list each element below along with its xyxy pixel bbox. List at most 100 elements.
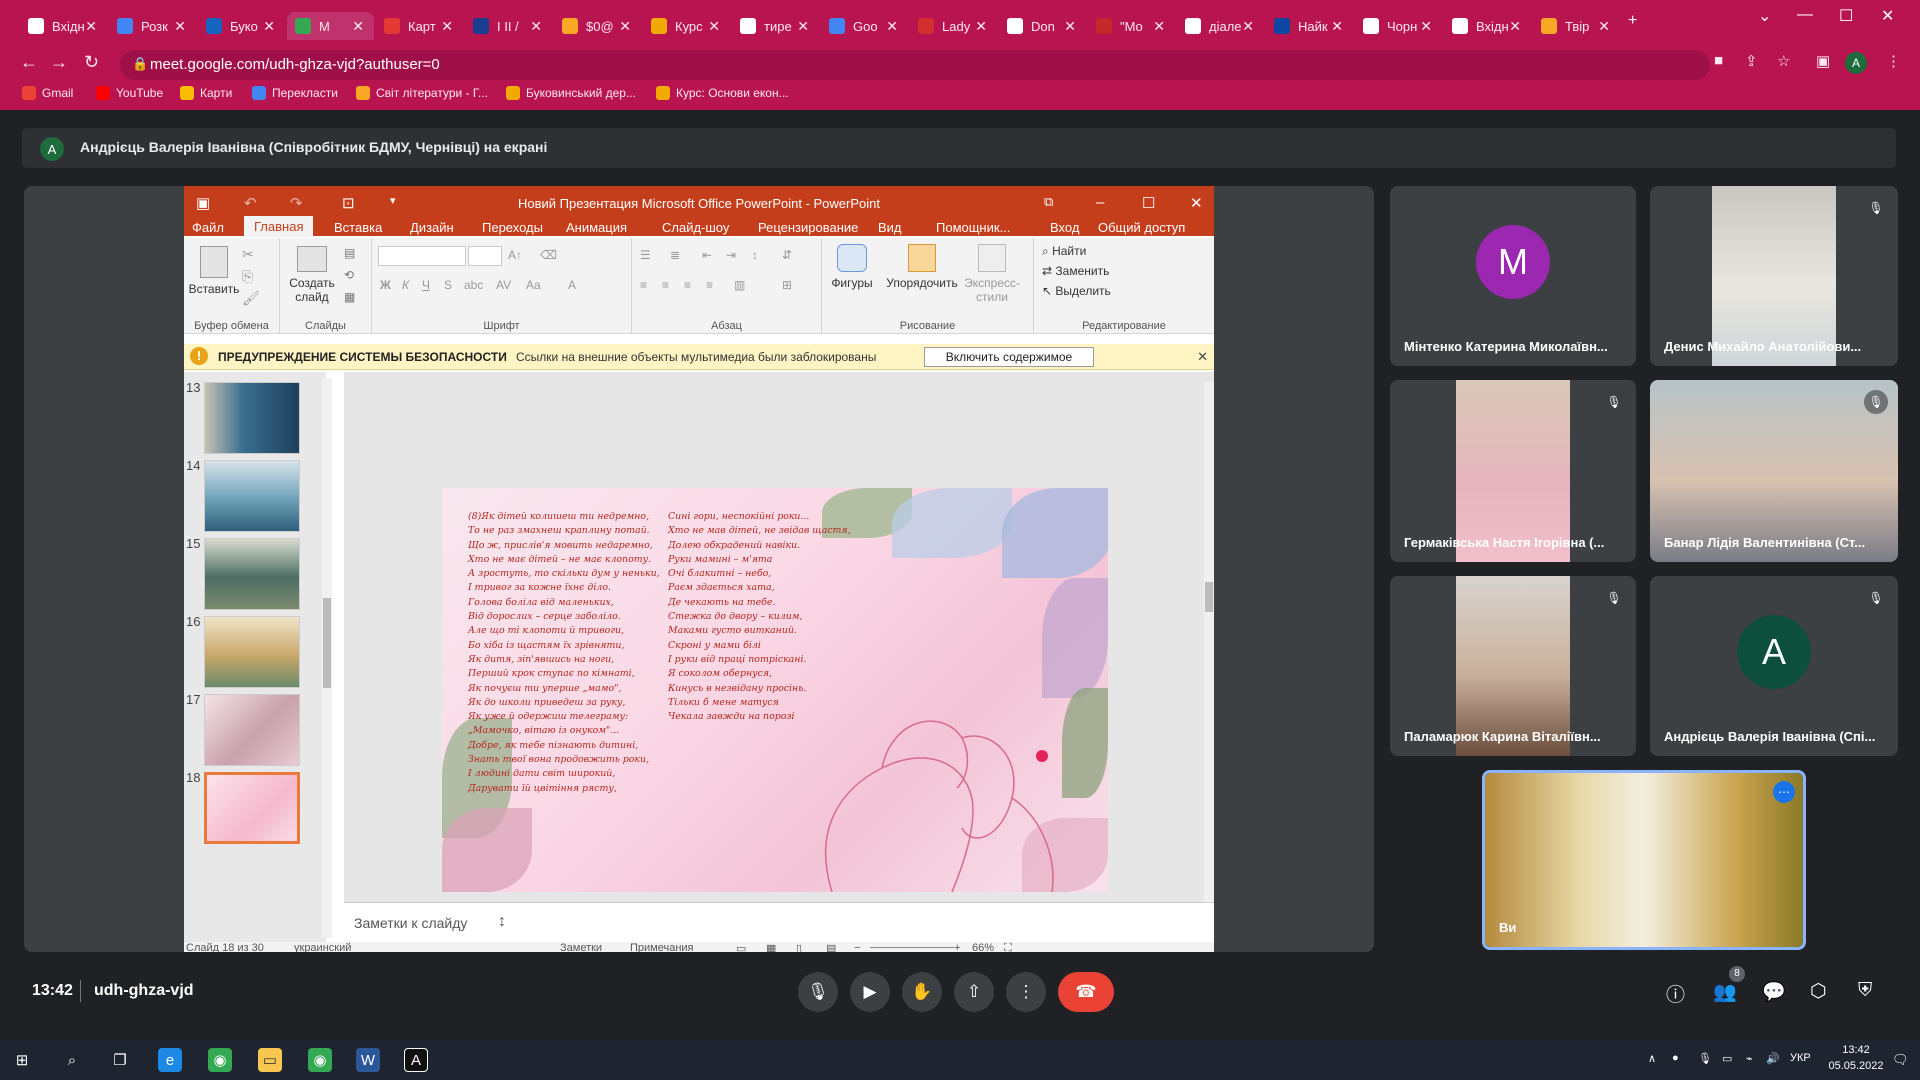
enable-content-button[interactable]: Включить содержимое [924, 347, 1094, 367]
bookmark-item[interactable]: Gmail [22, 84, 73, 102]
participant-tile[interactable]: 🎙 Банар Лідія Валентинівна (Ст... [1650, 380, 1898, 562]
close-tab-icon[interactable]: ✕ [1420, 18, 1432, 35]
notifications-icon[interactable]: 🗨 [1892, 1052, 1909, 1068]
bullets-icon[interactable]: ☰ [640, 248, 651, 262]
bookmark-item[interactable]: Курс: Основи екон... [656, 84, 789, 102]
tab-search-icon[interactable]: ⌄ [1758, 6, 1771, 26]
participant-tile[interactable]: 🎙 Паламарюк Карина Віталіївн... [1390, 576, 1636, 756]
participant-tile[interactable]: 🎙 Гермаківська Настя Ігорівна (... [1390, 380, 1636, 562]
profile-avatar[interactable]: A [1845, 52, 1867, 74]
columns-icon[interactable]: ▥ [734, 278, 745, 292]
strikethrough-icon[interactable]: abc [464, 278, 483, 292]
chrome-icon[interactable]: ◉ [208, 1048, 232, 1072]
shapes-button[interactable]: Фигуры [826, 244, 878, 290]
format-painter-icon[interactable]: 🖌 [242, 290, 260, 307]
close-tab-icon[interactable]: ✕ [174, 18, 186, 35]
zoom-out-icon[interactable]: − [854, 942, 860, 952]
new-tab-icon[interactable]: + [1628, 12, 1637, 30]
close-tab-icon[interactable]: ✕ [263, 18, 275, 35]
close-tab-icon[interactable]: ✕ [530, 18, 542, 35]
align-center-icon[interactable]: ≡ [662, 278, 669, 292]
close-tab-icon[interactable]: ✕ [619, 18, 631, 35]
people-icon[interactable]: 👥 [1713, 980, 1737, 1004]
arrange-button[interactable]: Упорядочить [882, 244, 962, 290]
spacing-icon[interactable]: AV [496, 278, 511, 292]
thumbnail-scroll-thumb[interactable] [323, 598, 331, 688]
network-icon[interactable]: ⌁ [1746, 1052, 1753, 1065]
select-button[interactable]: ↖ Выделить [1042, 284, 1111, 298]
taskbar-date[interactable]: 05.05.2022 [1826, 1060, 1886, 1072]
thumbnail-scrollbar[interactable] [322, 378, 332, 938]
shadow-icon[interactable]: S [444, 278, 452, 292]
bookmark-star-icon[interactable]: ☆ [1777, 52, 1790, 70]
comments-toggle[interactable]: Примечания [630, 942, 694, 952]
grow-font-icon[interactable]: A↑ [508, 248, 522, 262]
align-left-icon[interactable]: ≡ [640, 278, 647, 292]
ppt-minimize-icon[interactable]: – [1096, 194, 1104, 211]
ribbon-tab[interactable]: Главная [244, 216, 314, 237]
ribbon-tab[interactable]: Слайд-шоу [662, 220, 729, 235]
underline-icon[interactable]: Ч [422, 278, 430, 292]
slide-thumbnail[interactable] [204, 772, 300, 844]
language-status[interactable]: украинский [294, 942, 351, 952]
close-warning-icon[interactable]: ✕ [1197, 349, 1208, 365]
bold-icon[interactable]: Ж [380, 278, 391, 292]
share-icon[interactable]: ⇪ [1745, 52, 1758, 70]
self-view-tile[interactable]: ⋯ Ви [1482, 770, 1806, 950]
browser-tab[interactable]: "Mo ✕ [1088, 12, 1175, 40]
close-tab-icon[interactable]: ✕ [352, 18, 364, 35]
participant-tile[interactable]: 🎙 Денис Михайло Анатолійови... [1650, 186, 1898, 366]
ribbon-tab[interactable]: Вход [1050, 220, 1079, 235]
activities-icon[interactable]: ⬡ [1810, 980, 1827, 1003]
notes-toggle[interactable]: Заметки [560, 942, 602, 952]
numbering-icon[interactable]: ≣ [670, 248, 680, 262]
raise-hand-button[interactable]: ✋ [902, 972, 942, 1012]
ribbon-tab[interactable]: Дизайн [410, 220, 454, 235]
present-button[interactable]: ⇧ [954, 972, 994, 1012]
browser-tab[interactable]: тире ✕ [732, 12, 819, 40]
font-color-icon[interactable]: A [568, 278, 576, 292]
browser-tab[interactable]: Твір ✕ [1533, 12, 1620, 40]
host-controls-icon[interactable]: ⛨ [1858, 980, 1872, 1002]
font-size-select[interactable] [468, 246, 502, 266]
chat-icon[interactable]: 💬 [1762, 980, 1786, 1004]
replace-button[interactable]: ⇄ Заменить [1042, 264, 1109, 278]
bookmark-item[interactable]: Карти [180, 84, 232, 102]
canvas-scrollbar[interactable] [1204, 382, 1214, 902]
close-tab-icon[interactable]: ✕ [441, 18, 453, 35]
ribbon-tab[interactable]: Помощник... [936, 220, 1010, 235]
url-text[interactable]: meet.google.com/udh-ghza-vjd?authuser=0 [150, 56, 440, 73]
justify-icon[interactable]: ≡ [706, 278, 713, 292]
outdent-icon[interactable]: ⇥ [726, 248, 736, 262]
close-tab-icon[interactable]: ✕ [1153, 18, 1165, 35]
ribbon-tab[interactable]: Общий доступ [1098, 220, 1185, 235]
browser-tab[interactable]: Don ✕ [999, 12, 1086, 40]
canvas-scroll-thumb[interactable] [1205, 582, 1213, 612]
close-window-icon[interactable]: ✕ [1881, 6, 1894, 26]
close-tab-icon[interactable]: ✕ [1331, 18, 1343, 35]
italic-icon[interactable]: К [402, 278, 409, 292]
slide-thumbnail[interactable] [204, 538, 300, 610]
ribbon-tab[interactable]: Вид [878, 220, 902, 235]
bookmark-item[interactable]: Буковинський дер... [506, 84, 636, 102]
paste-button[interactable]: Вставить [188, 246, 240, 296]
mic-tray-icon[interactable]: 🎙 [1698, 1052, 1712, 1065]
zoom-slider[interactable] [870, 947, 954, 948]
close-tab-icon[interactable]: ✕ [85, 18, 97, 35]
edge-icon[interactable]: e [158, 1048, 182, 1072]
section-icon[interactable]: ▦ [344, 290, 355, 304]
participant-tile[interactable]: A 🎙 Андрієць Валерія Іванівна (Спі... [1650, 576, 1898, 756]
leave-call-button[interactable]: ☎ [1058, 972, 1114, 1012]
font-name-select[interactable] [378, 246, 466, 266]
current-slide[interactable]: (8)Як дітей колишеш ти недремно, То не ра… [442, 488, 1108, 892]
line-spacing-icon[interactable]: ↕ [752, 248, 758, 262]
ribbon-tab[interactable]: Рецензирование [758, 220, 858, 235]
sorter-view-icon[interactable]: ▦ [766, 942, 776, 952]
task-view-icon[interactable]: ❐ [108, 1048, 132, 1072]
camera-button[interactable]: ▶ [850, 972, 890, 1012]
bookmark-item[interactable]: YouTube [96, 84, 163, 102]
meeting-info-icon[interactable]: ⓘ [1666, 980, 1685, 1007]
close-tab-icon[interactable]: ✕ [708, 18, 720, 35]
quick-styles-button[interactable]: Экспресс-стили [964, 244, 1020, 304]
browser-tab[interactable]: Карт ✕ [376, 12, 463, 40]
